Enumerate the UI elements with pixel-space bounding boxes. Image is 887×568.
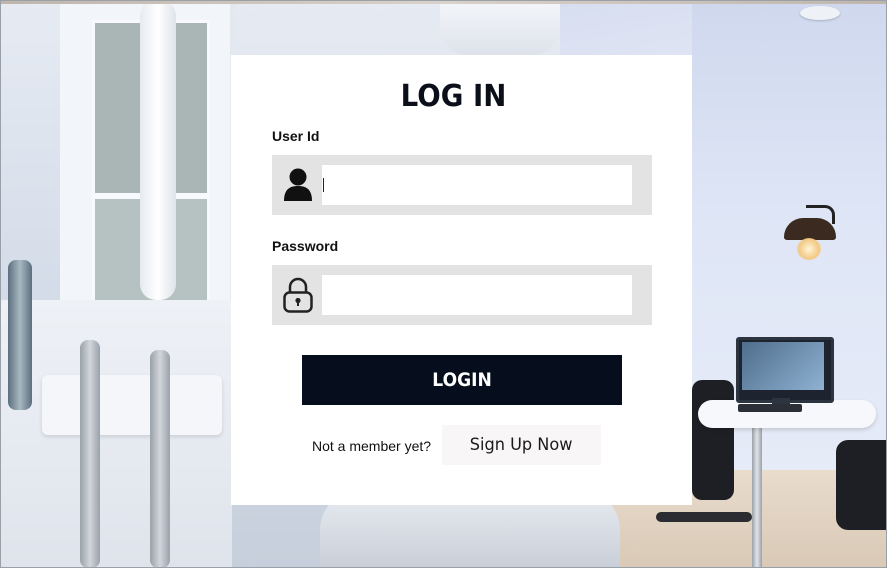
signup-prompt: Not a member yet? [312,438,432,454]
login-button-label: LOGIN [432,369,492,391]
lock-icon [282,277,314,313]
dental-light-arm [140,0,176,300]
user-id-label: User Id [272,128,320,144]
user-id-input[interactable] [322,165,632,205]
login-card: LOG IN User Id Password LOGIN Not a memb… [231,55,692,505]
password-label: Password [272,238,339,254]
page-title: LOG IN [400,79,507,114]
wall-lamp [784,218,836,240]
login-button[interactable]: LOGIN [302,355,622,405]
password-field-group [272,265,652,325]
text-cursor [323,178,324,192]
password-input[interactable] [322,275,632,315]
signup-row: Not a member yet? Sign Up Now [231,425,692,465]
user-icon [282,167,314,203]
sign-up-button-label: Sign Up Now [470,435,573,455]
office-chair [692,380,734,500]
sign-up-button[interactable]: Sign Up Now [442,425,601,465]
user-id-field-group [272,155,652,215]
